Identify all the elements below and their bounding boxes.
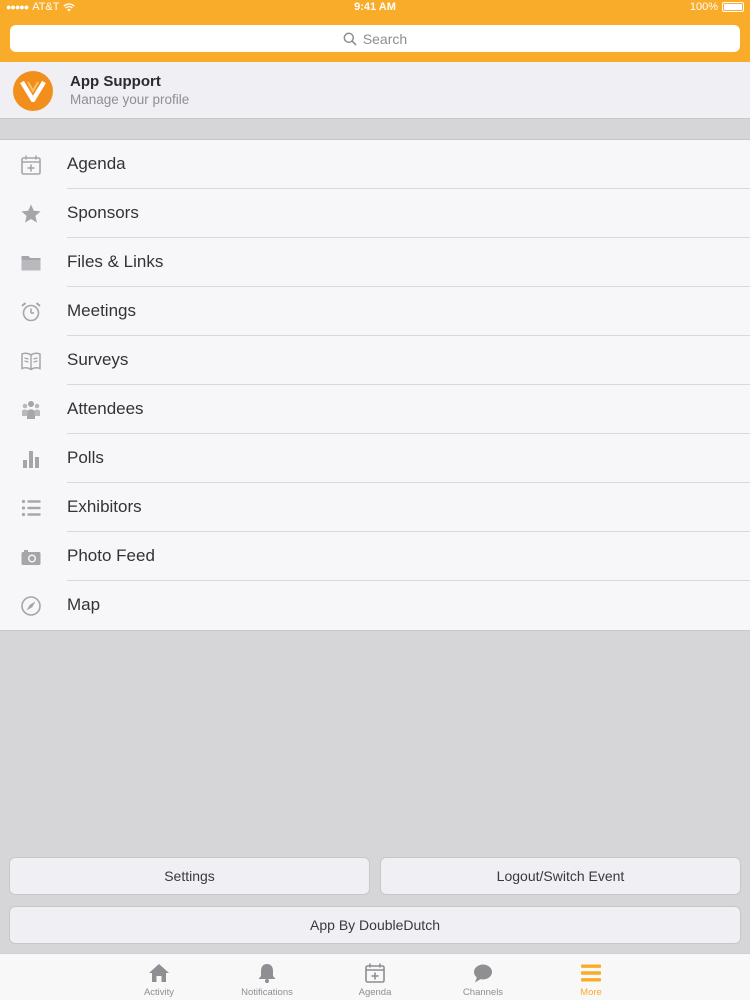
battery-indicator: 100% — [690, 1, 744, 13]
more-menu-list: Agenda Sponsors Files & Links Meetings S… — [0, 139, 750, 631]
compass-icon — [18, 593, 43, 618]
menu-item-label: Agenda — [67, 154, 126, 173]
profile-row[interactable]: App Support Manage your profile — [0, 62, 750, 119]
menu-item-label: Polls — [67, 448, 104, 467]
chat-bubble-icon — [471, 961, 495, 985]
alarm-clock-icon — [18, 299, 43, 324]
home-icon — [147, 961, 171, 985]
tab-label: More — [580, 987, 602, 998]
tab-label: Channels — [462, 987, 504, 998]
settings-button[interactable]: Settings — [9, 857, 370, 895]
camera-icon — [18, 544, 43, 569]
menu-item-label: Exhibitors — [67, 497, 142, 516]
menu-item-exhibitors[interactable]: Exhibitors — [0, 483, 750, 532]
profile-title: App Support — [70, 73, 161, 90]
menu-item-sponsors[interactable]: Sponsors — [0, 189, 750, 238]
logout-switch-event-button[interactable]: Logout/Switch Event — [380, 857, 741, 895]
app-by-doubledutch-button[interactable]: App By DoubleDutch — [9, 906, 741, 944]
status-bar: ●●●●● AT&T 9:41 AM 100% — [0, 0, 750, 16]
menu-item-label: Map — [67, 595, 101, 614]
search-placeholder: Search — [362, 30, 408, 47]
menu-item-meetings[interactable]: Meetings — [0, 287, 750, 336]
tab-more[interactable]: More — [536, 954, 646, 1000]
app-logo — [13, 71, 53, 111]
menu-item-polls[interactable]: Polls — [0, 434, 750, 483]
bar-chart-icon — [18, 446, 43, 471]
list-icon — [18, 495, 43, 520]
tab-label: Activity — [143, 987, 175, 998]
menu-item-photo-feed[interactable]: Photo Feed — [0, 532, 750, 581]
search-bar[interactable]: Search — [10, 25, 740, 52]
book-icon — [18, 348, 43, 373]
tab-agenda[interactable]: Agenda — [320, 954, 430, 1000]
star-icon — [18, 201, 43, 226]
menu-item-label: Sponsors — [67, 203, 139, 222]
menu-item-surveys[interactable]: Surveys — [0, 336, 750, 385]
menu-item-label: Files & Links — [67, 252, 164, 271]
tab-activity[interactable]: Activity — [104, 954, 214, 1000]
logout-button-label: Logout/Switch Event — [496, 868, 625, 884]
battery-icon — [722, 2, 744, 12]
battery-percent: 100% — [689, 1, 718, 13]
menu-item-label: Surveys — [67, 350, 129, 369]
menu-item-map[interactable]: Map — [0, 581, 750, 630]
clock: 9:41 AM — [354, 1, 396, 13]
credit-button-label: App By DoubleDutch — [310, 917, 440, 933]
search-icon — [343, 32, 357, 46]
bell-icon — [255, 961, 279, 985]
settings-button-label: Settings — [164, 868, 215, 884]
menu-icon — [579, 961, 603, 985]
menu-item-files-links[interactable]: Files & Links — [0, 238, 750, 287]
tab-notifications[interactable]: Notifications — [212, 954, 322, 1000]
menu-item-agenda[interactable]: Agenda — [0, 140, 750, 189]
folder-icon — [18, 250, 43, 275]
profile-subtitle: Manage your profile — [70, 92, 190, 107]
menu-item-label: Meetings — [67, 301, 136, 320]
menu-item-label: Attendees — [67, 399, 144, 418]
tab-bar: Activity Notifications Agenda Channels M… — [0, 953, 750, 1000]
tab-label: Notifications — [241, 987, 293, 998]
top-bar: ●●●●● AT&T 9:41 AM 100% Search — [0, 0, 750, 62]
menu-item-label: Photo Feed — [67, 546, 155, 565]
calendar-icon — [18, 152, 43, 177]
calendar-icon — [363, 961, 387, 985]
people-icon — [18, 397, 43, 422]
tab-channels[interactable]: Channels — [428, 954, 538, 1000]
menu-item-attendees[interactable]: Attendees — [0, 385, 750, 434]
tab-label: Agenda — [358, 987, 392, 998]
